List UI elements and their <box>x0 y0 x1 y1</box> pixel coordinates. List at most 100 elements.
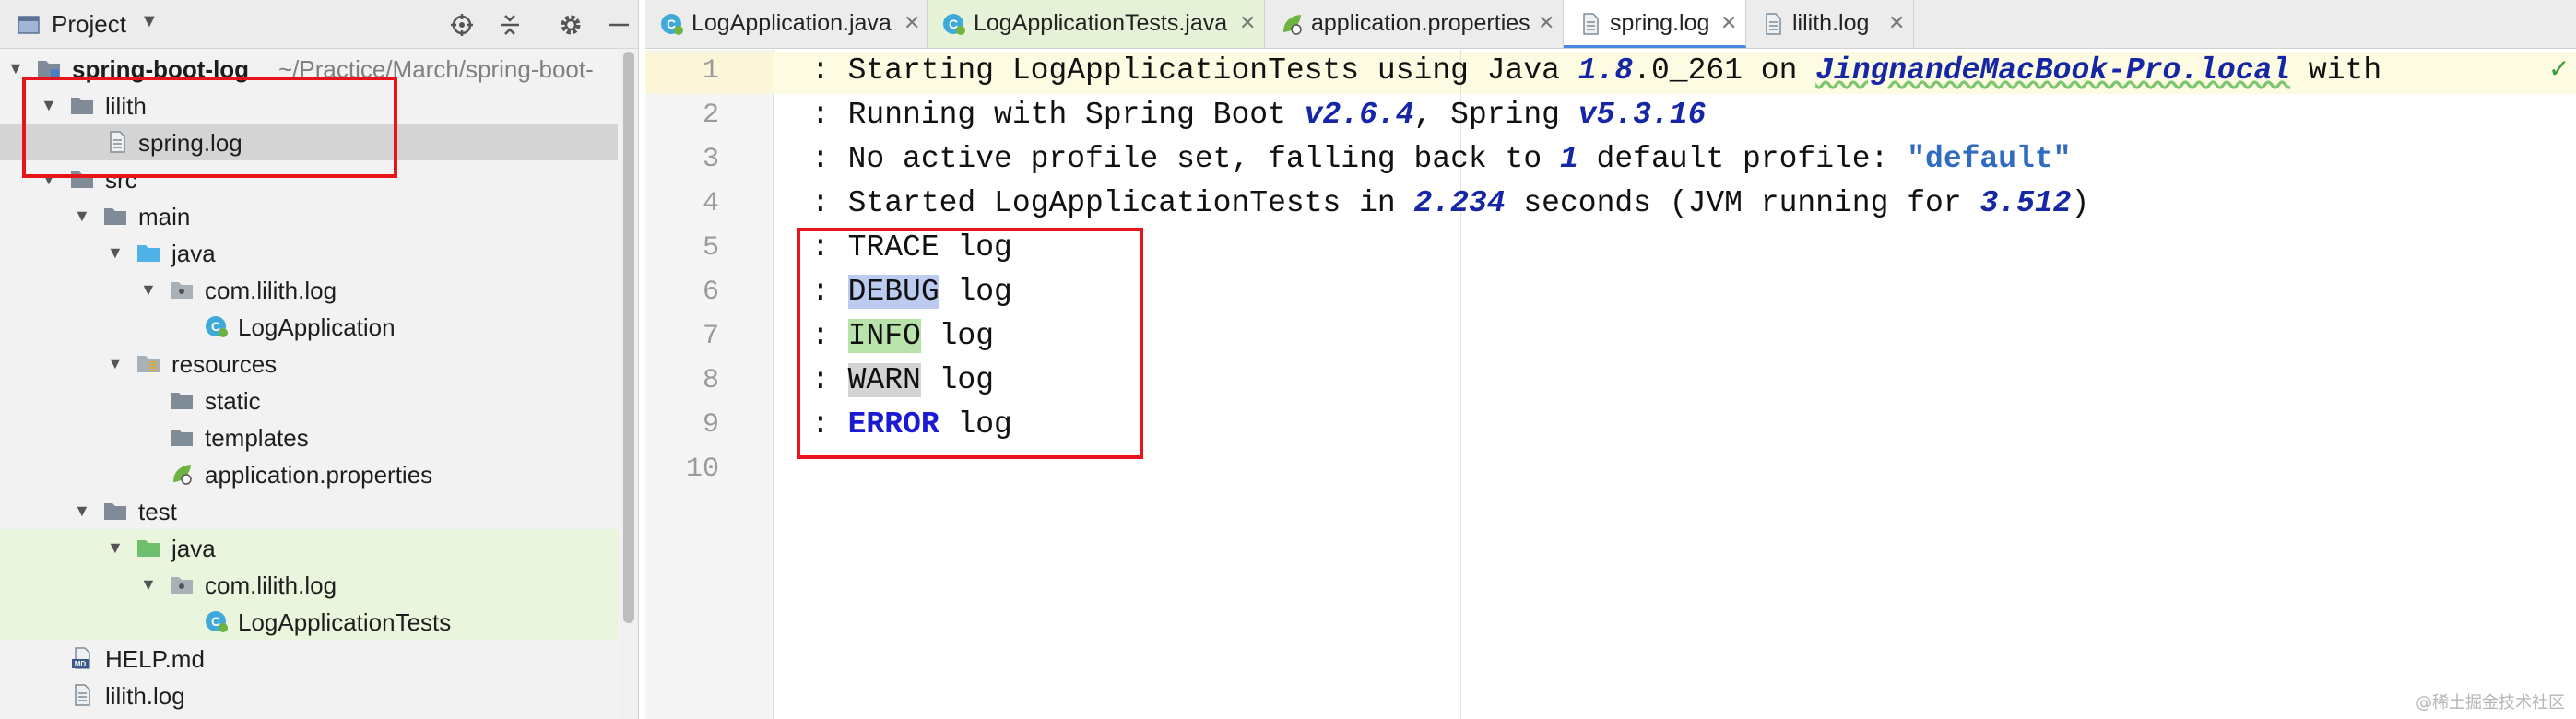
tab-label: LogApplication.java <box>691 10 892 36</box>
log-string: "default" <box>1907 142 2072 176</box>
tree-item-main[interactable]: ▼ main <box>0 197 618 234</box>
chevron-down-icon[interactable]: ▼ <box>107 354 124 373</box>
close-icon[interactable]: ✕ <box>1239 11 1256 35</box>
tree-item-label: java <box>171 535 216 562</box>
close-icon[interactable]: ✕ <box>904 11 920 35</box>
editor: C LogApplication.java ✕ C LogApplication… <box>645 0 2576 719</box>
code-line[interactable]: : Starting LogApplicationTests using Jav… <box>811 53 2381 94</box>
tab-label: lilith.log <box>1792 10 1870 36</box>
log-number: v5.3.16 <box>1578 98 1707 132</box>
tree-item-java[interactable]: ▼ java <box>0 234 618 271</box>
log-text: ) <box>2071 186 2090 220</box>
locate-file-icon[interactable] <box>450 13 474 37</box>
tree-item-help-md[interactable]: MD HELP.md <box>0 640 618 677</box>
log-text: default profile: <box>1578 142 1908 176</box>
log-text: .0_261 on <box>1633 53 1816 88</box>
tree-item-test[interactable]: ▼ test <box>0 492 618 529</box>
tree-item-static[interactable]: static <box>0 382 618 418</box>
log-prefix: : <box>811 53 848 88</box>
chevron-down-icon[interactable]: ▼ <box>140 11 159 32</box>
tree-item-label: HELP.md <box>105 645 205 673</box>
folder-icon <box>171 430 193 446</box>
tree-item-test-java[interactable]: ▼ java <box>0 529 618 566</box>
file-icon <box>1766 13 1781 35</box>
tab-application-properties[interactable]: application.properties ✕ <box>1265 0 1564 48</box>
tree-item-label: application.properties <box>205 461 433 489</box>
package-icon <box>171 577 193 594</box>
project-scrollbar-thumb[interactable] <box>623 52 634 623</box>
annotation-highlight-box <box>22 77 397 178</box>
project-panel-header: Project ▼ <box>0 0 638 49</box>
spring-class-icon: C <box>661 14 683 35</box>
log-text: seconds (JVM running for <box>1505 186 1980 220</box>
folder-icon <box>104 503 126 520</box>
tree-item-resources[interactable]: ▼ resources <box>0 345 618 382</box>
package-icon <box>171 282 193 299</box>
tab-label: application.properties <box>1311 10 1530 36</box>
tab-lilith-log[interactable]: lilith.log ✕ <box>1746 0 1914 48</box>
tab-label: spring.log <box>1610 10 1710 36</box>
test-source-folder-icon <box>137 540 160 557</box>
log-hostname: JingnandeMacBook-Pro.local <box>1815 53 2291 88</box>
line-number: 6 <box>702 277 719 308</box>
tab-logapplicationtests-java[interactable]: C LogApplicationTests.java ✕ <box>928 0 1265 48</box>
log-number: 1.8 <box>1578 53 1634 88</box>
svg-text:MD: MD <box>75 660 87 668</box>
tree-item-label: static <box>205 387 261 415</box>
log-number: v2.6.4 <box>1304 98 1414 132</box>
tree-item-lilith-log[interactable]: lilith.log <box>0 677 618 713</box>
inspection-ok-icon[interactable]: ✓ <box>2548 53 2570 84</box>
tree-item-label: templates <box>205 424 309 452</box>
close-icon[interactable]: ✕ <box>1538 11 1554 35</box>
spring-class-icon: C <box>943 14 965 35</box>
spring-class-icon: C <box>206 611 228 632</box>
tree-item-label: resources <box>171 350 278 378</box>
project-panel: Project ▼ ▼ spring-boot-log ~/Practice/M… <box>0 0 639 719</box>
tree-item-package[interactable]: ▼ com.lilith.log <box>0 271 618 308</box>
spring-properties-icon <box>1283 15 1302 35</box>
log-text: No active profile set, falling back to <box>847 142 1560 176</box>
tab-spring-log[interactable]: spring.log ✕ <box>1564 0 1746 48</box>
file-icon <box>1583 13 1599 35</box>
tree-item-logapplicationtests[interactable]: C LogApplicationTests <box>0 603 618 640</box>
tree-item-logapplication[interactable]: C LogApplication <box>0 308 618 345</box>
chevron-down-icon[interactable]: ▼ <box>7 59 24 78</box>
code-line[interactable]: : No active profile set, falling back to… <box>811 142 2071 183</box>
tree-item-test-package[interactable]: ▼ com.lilith.log <box>0 566 618 603</box>
tab-label: LogApplicationTests.java <box>974 10 1228 36</box>
file-icon <box>75 684 90 706</box>
tree-item-label: java <box>171 240 216 267</box>
close-icon[interactable]: ✕ <box>1888 11 1905 35</box>
folder-icon <box>104 208 126 225</box>
chevron-down-icon[interactable]: ▼ <box>74 206 90 226</box>
line-number: 7 <box>702 321 719 352</box>
gear-icon[interactable] <box>559 13 583 37</box>
editor-tab-bar: C LogApplication.java ✕ C LogApplication… <box>645 0 2576 49</box>
folder-icon <box>171 393 193 409</box>
tree-item-application-properties[interactable]: application.properties <box>0 455 618 492</box>
chevron-down-icon[interactable]: ▼ <box>107 243 124 263</box>
chevron-down-icon[interactable]: ▼ <box>107 538 124 558</box>
line-number: 2 <box>702 100 719 131</box>
hide-panel-icon[interactable] <box>607 13 631 37</box>
tab-logapplication-java[interactable]: C LogApplication.java ✕ <box>645 0 928 48</box>
chevron-down-icon[interactable]: ▼ <box>140 575 157 595</box>
line-number: 9 <box>702 409 719 441</box>
code-line[interactable]: : Started LogApplicationTests in 2.234 s… <box>811 186 2089 227</box>
collapse-all-icon[interactable] <box>498 13 522 37</box>
tree-item-label: com.lilith.log <box>205 572 337 599</box>
tree-item-label: main <box>138 203 191 230</box>
project-view-selector[interactable]: Project <box>52 10 126 39</box>
log-number: 3.512 <box>1979 186 2072 220</box>
chevron-down-icon[interactable]: ▼ <box>140 280 157 300</box>
tree-item-templates[interactable]: templates <box>0 418 618 455</box>
tree-item-label: lilith.log <box>105 682 185 710</box>
close-icon[interactable]: ✕ <box>1720 11 1737 35</box>
annotation-highlight-box <box>797 228 1143 459</box>
code-line[interactable]: : Running with Spring Boot v2.6.4, Sprin… <box>811 98 1706 138</box>
spring-properties-icon <box>173 465 192 485</box>
chevron-down-icon[interactable]: ▼ <box>74 501 90 521</box>
tree-item-label: LogApplicationTests <box>238 608 452 636</box>
log-prefix: : <box>811 142 848 176</box>
log-text: with <box>2290 53 2382 88</box>
